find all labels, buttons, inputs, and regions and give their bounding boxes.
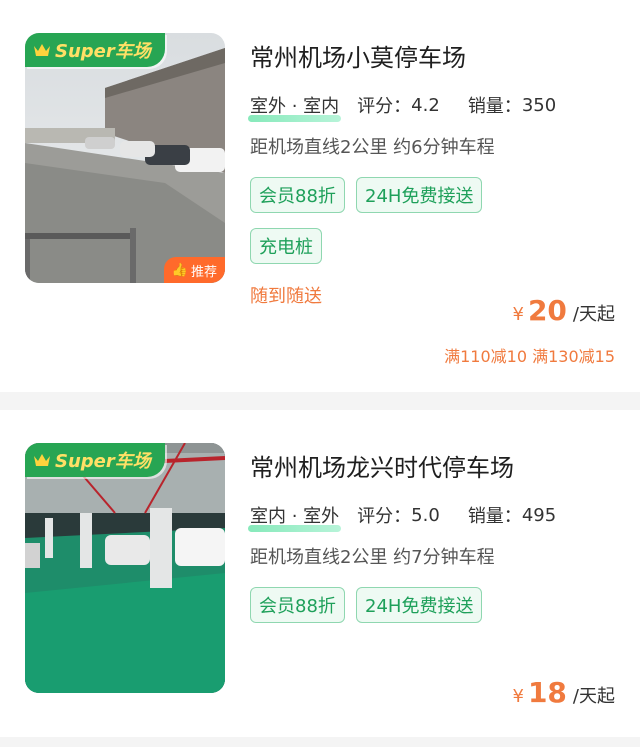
sales-value: 495: [521, 504, 557, 526]
parking-lot-card[interactable]: Super车场 👍 推荐 常州机场小莫停车场 室外 · 室内 评分： 4.2 销…: [0, 0, 640, 392]
member-discount-tag: 会员88折: [250, 177, 345, 213]
free-shuttle-tag: 24H免费接送: [356, 587, 483, 623]
rating-label: 评分：: [357, 96, 412, 117]
promo-discounts: 满110减10 满130减15: [444, 347, 615, 366]
price-unit: /天起: [572, 686, 615, 707]
parking-lot-name[interactable]: 常州机场小莫停车场: [250, 38, 466, 73]
super-lot-badge: Super车场: [25, 33, 165, 67]
distance-info: 距机场直线2公里 约6分钟车程: [250, 137, 495, 158]
rating-label: 评分：: [357, 506, 412, 527]
rating-value: 4.2: [411, 94, 440, 116]
instant-shuttle-note: 随到随送: [250, 286, 322, 307]
rating-value: 5.0: [411, 504, 440, 526]
parking-lot-card[interactable]: Super车场 常州机场龙兴时代停车场 室内 · 室外 评分： 5.0 销量： …: [0, 410, 640, 737]
sales-label: 销量：: [467, 96, 522, 117]
location-type-label: 室外 · 室内: [250, 96, 340, 117]
super-lot-badge: Super车场: [25, 443, 165, 477]
sales-label: 销量：: [467, 506, 522, 527]
parking-lot-photo[interactable]: Super车场 👍 推荐: [25, 33, 225, 283]
free-shuttle-tag: 24H免费接送: [356, 177, 483, 213]
indoor-parking-image: [25, 443, 225, 693]
price: ¥ 20 /天起: [513, 294, 616, 327]
crown-icon: [34, 44, 50, 56]
parking-lot-name[interactable]: 常州机场龙兴时代停车场: [250, 448, 514, 483]
parking-lot-meta: 室内 · 室外 评分： 5.0 销量： 495: [248, 502, 557, 532]
currency-symbol: ¥: [512, 686, 524, 707]
currency-symbol: ¥: [512, 304, 524, 325]
distance-info: 距机场直线2公里 约7分钟车程: [250, 547, 495, 568]
parking-lot-photo[interactable]: Super车场: [25, 443, 225, 693]
member-discount-tag: 会员88折: [250, 587, 345, 623]
crown-icon: [34, 454, 50, 466]
parking-lot-meta: 室外 · 室内 评分： 4.2 销量： 350: [248, 92, 557, 122]
price: ¥ 18 /天起: [513, 676, 616, 709]
location-type-label: 室内 · 室外: [250, 506, 340, 527]
charging-pile-tag: 充电桩: [250, 228, 322, 264]
super-lot-badge-label: Super车场: [55, 41, 151, 62]
super-lot-badge-label: Super车场: [55, 451, 151, 472]
price-unit: /天起: [572, 304, 615, 325]
sales-value: 350: [521, 94, 557, 116]
outdoor-parking-image: [25, 33, 225, 283]
price-value: 20: [527, 294, 567, 327]
recommend-badge: 👍 推荐: [163, 257, 225, 283]
location-type: 室内 · 室外: [248, 502, 342, 532]
thumbs-up-icon: 👍: [171, 262, 188, 278]
location-type: 室外 · 室内: [248, 92, 342, 122]
price-value: 18: [527, 676, 567, 709]
recommend-label: 推荐: [190, 264, 217, 280]
